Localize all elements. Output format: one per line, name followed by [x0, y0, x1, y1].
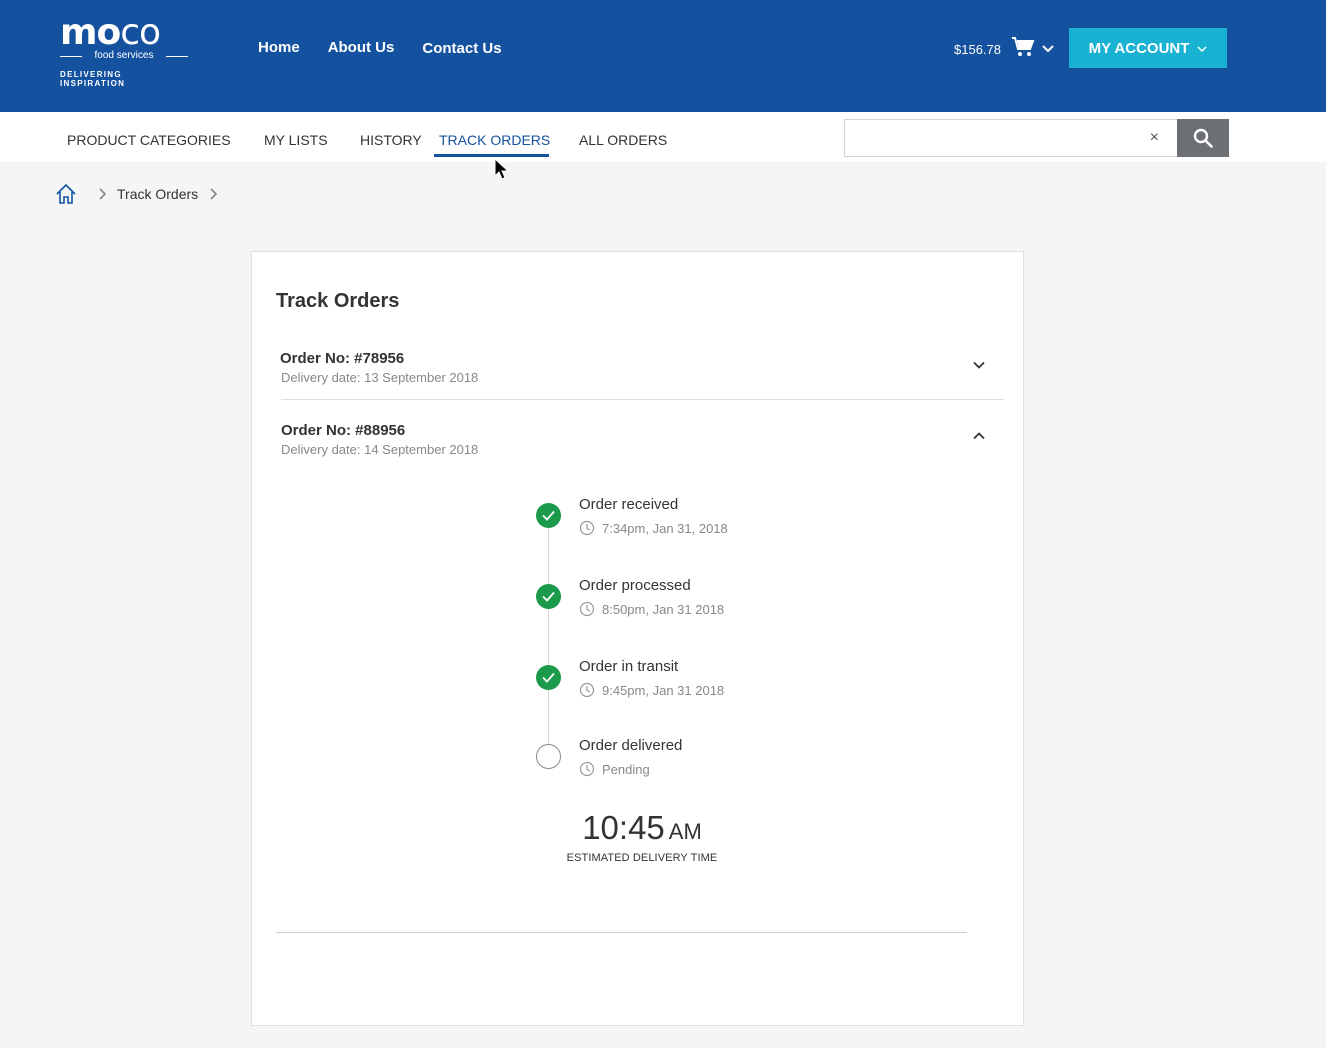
card-bottom-divider [276, 932, 967, 933]
logo-word: moco [60, 12, 161, 53]
eta-ampm: AM [668, 819, 702, 844]
home-icon[interactable] [55, 183, 77, 205]
order-item[interactable]: Order No: #78956 Delivery date: 13 Septe… [280, 350, 1004, 386]
tab-all-orders[interactable]: ALL ORDERS [579, 132, 667, 148]
tracking-step: Order received 7:34pm, Jan 31, 2018 [536, 496, 836, 546]
search-icon [1193, 128, 1213, 148]
tracking-step: Order in transit 9:45pm, Jan 31 2018 [536, 658, 836, 708]
step-complete-check-icon [536, 584, 561, 609]
estimated-delivery: 10:45 AM ESTIMATED DELIVERY TIME [552, 808, 732, 864]
order-number: Order No: #78956 [280, 350, 405, 367]
chevron-down-icon [1197, 46, 1207, 53]
eta-caption: ESTIMATED DELIVERY TIME [566, 852, 718, 864]
clock-icon [579, 601, 595, 617]
step-label: Order delivered [579, 737, 683, 754]
step-time-text: 7:34pm, Jan 31, 2018 [602, 520, 728, 536]
step-pending-circle-icon [536, 744, 561, 769]
cart-amount: $156.78 [954, 41, 1001, 57]
search-button[interactable] [1177, 119, 1229, 157]
tracking-step: Order delivered Pending [536, 737, 836, 787]
tracking-step: Order processed 8:50pm, Jan 31 2018 [536, 577, 836, 627]
tab-track-orders[interactable]: TRACK ORDERS [439, 132, 550, 148]
my-account-label: MY ACCOUNT [1088, 39, 1190, 57]
top-header: moco food services DELIVERING INSPIRATIO… [0, 0, 1326, 112]
step-label: Order processed [579, 577, 691, 594]
chevron-down-icon[interactable] [1041, 42, 1055, 56]
eta-time: 10:45 [582, 809, 665, 846]
nav-contact-us[interactable]: Contact Us [422, 39, 501, 59]
tab-history[interactable]: HISTORY [360, 132, 422, 148]
page-title: Track Orders [276, 290, 400, 312]
step-time-text: 9:45pm, Jan 31 2018 [602, 682, 725, 698]
moco-logo[interactable]: moco food services DELIVERING INSPIRATIO… [60, 12, 190, 88]
step-time: 8:50pm, Jan 31 2018 [579, 601, 724, 617]
clear-search-icon[interactable]: × [1150, 129, 1159, 147]
step-complete-check-icon [536, 665, 561, 690]
step-time-text: 8:50pm, Jan 31 2018 [602, 601, 725, 617]
logo-tagline: DELIVERING INSPIRATION [60, 70, 126, 88]
step-label: Order received [579, 496, 679, 513]
breadcrumb: Track Orders [55, 183, 232, 205]
logo-subtitle: food services [60, 50, 188, 62]
clock-icon [579, 761, 595, 777]
search-box: × [844, 119, 1178, 157]
order-delivery-date: Delivery date: 13 September 2018 [281, 370, 479, 385]
order-item[interactable]: Order No: #88956 Delivery date: 14 Septe… [281, 422, 1005, 458]
clock-icon [579, 682, 595, 698]
chevron-right-icon [210, 188, 218, 200]
order-number: Order No: #88956 [281, 422, 406, 439]
step-time-text: Pending [602, 761, 650, 777]
step-time: 7:34pm, Jan 31, 2018 [579, 520, 728, 536]
step-time: 9:45pm, Jan 31 2018 [579, 682, 724, 698]
order-delivery-date: Delivery date: 14 September 2018 [281, 442, 479, 457]
step-time: Pending [579, 761, 650, 777]
main-nav: Home About Us Contact Us [258, 38, 530, 59]
shopping-cart-icon [1012, 37, 1035, 56]
active-tab-indicator [434, 154, 549, 157]
sub-nav: PRODUCT CATEGORIES MY LISTS HISTORY TRAC… [0, 112, 1326, 162]
nav-home[interactable]: Home [258, 38, 300, 59]
clock-icon [579, 520, 595, 536]
timeline-line [548, 512, 549, 752]
breadcrumb-track-orders[interactable]: Track Orders [117, 186, 198, 202]
chevron-down-icon[interactable] [972, 358, 986, 372]
search-input[interactable] [845, 120, 1135, 156]
chevron-up-icon[interactable] [972, 429, 986, 443]
order-divider [281, 399, 1004, 400]
step-complete-check-icon [536, 503, 561, 528]
cart[interactable]: $156.78 [954, 36, 1055, 58]
mouse-cursor-icon [494, 158, 510, 180]
track-orders-card: Track Orders Order No: #78956 Delivery d… [251, 251, 1024, 1026]
tab-my-lists[interactable]: MY LISTS [264, 132, 328, 148]
my-account-button[interactable]: MY ACCOUNT [1069, 28, 1227, 68]
tab-product-categories[interactable]: PRODUCT CATEGORIES [67, 132, 231, 148]
nav-about-us[interactable]: About Us [328, 38, 395, 59]
step-label: Order in transit [579, 658, 679, 675]
chevron-right-icon [99, 188, 107, 200]
eta-clock: 10:45 AM [552, 808, 732, 852]
